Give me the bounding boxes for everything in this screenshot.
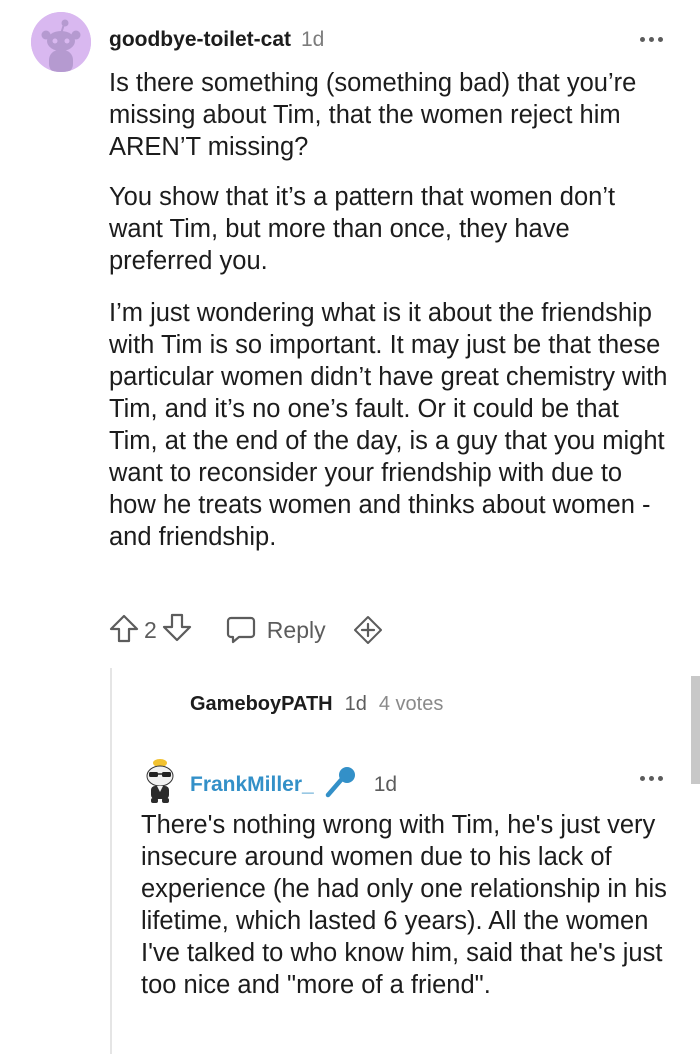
award-button[interactable] — [352, 614, 384, 646]
collapsed-reply-age: 1d — [344, 693, 367, 715]
vote-count: 2 — [144, 616, 157, 643]
downvote-icon[interactable] — [161, 612, 193, 649]
reply-meta: FrankMiller_ 1d — [190, 766, 397, 803]
comment-username[interactable]: goodbye-toilet-cat — [109, 28, 291, 52]
reply-age: 1d — [373, 772, 398, 796]
comment-paragraph: Is there something (something bad) that … — [109, 69, 637, 161]
more-options-icon[interactable] — [640, 34, 666, 44]
scrollbar[interactable] — [691, 676, 700, 784]
collapsed-reply[interactable]: GameboyPATH 1d 4 votes — [190, 693, 443, 716]
reply-icon — [226, 616, 255, 644]
more-options-icon[interactable] — [640, 773, 666, 783]
collapsed-reply-votes: 4 votes — [378, 693, 444, 715]
comment-age: 1d — [301, 28, 325, 51]
reply-button[interactable]: Reply — [225, 615, 326, 645]
reply-avatar[interactable] — [140, 758, 180, 804]
user-avatar[interactable] — [31, 12, 91, 72]
snoo-avatar-icon — [31, 12, 91, 72]
comment-actions: 2 Reply — [108, 612, 384, 648]
snoo-sunglasses-avatar-icon — [146, 759, 174, 803]
collapsed-reply-username[interactable]: GameboyPATH — [190, 693, 333, 716]
reply-username[interactable]: FrankMiller_ — [190, 773, 314, 797]
comment-meta: goodbye-toilet-cat 1d — [109, 28, 324, 56]
reply-label: Reply — [266, 616, 326, 643]
comment-paragraph: I’m just wondering what is it about the … — [109, 299, 668, 551]
thread-line[interactable] — [110, 668, 112, 1054]
reply-body: There's nothing wrong with Tim, he's jus… — [141, 811, 667, 999]
upvote-icon[interactable] — [108, 612, 140, 649]
award-plus-icon — [353, 616, 382, 644]
microphone-icon — [324, 766, 358, 803]
comment-paragraph: You show that it’s a pattern that women … — [109, 183, 616, 275]
